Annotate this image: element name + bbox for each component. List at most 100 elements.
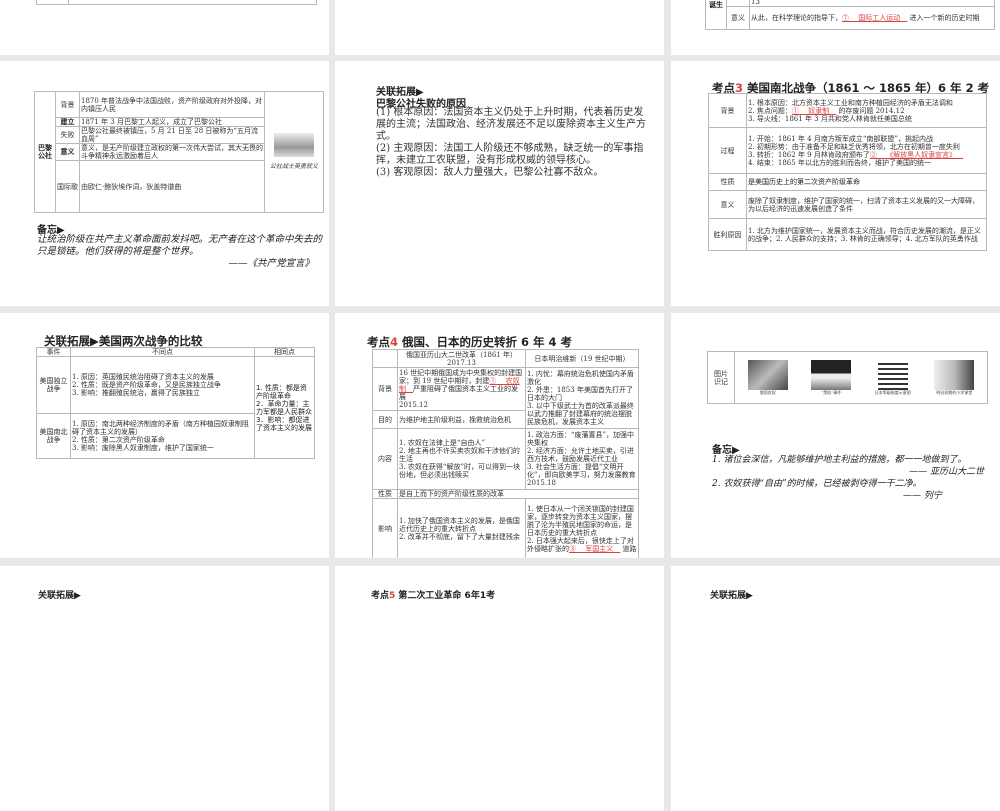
commune-table-fragment: 诞生 13 意义 从此，在科学理论的指导下，⑦ __国际工人运动__ 进入一个新的历… bbox=[705, 0, 995, 30]
cell-text: 1. 北方为维护国家统一，发展资本主义而战，符合历史发展的潮流，是正义的战争；2… bbox=[746, 218, 987, 251]
cell-text: 1. 内忧：幕府统治危机使国内矛盾激化 2. 外患：1853 年美国首先打开了日本… bbox=[525, 367, 639, 429]
image-cell: 公社战士英勇就义 bbox=[264, 91, 324, 213]
row-label: 背景 bbox=[372, 367, 398, 411]
text-line: 1. 加快了俄国资本主义的发展，是俄国近代历史上的重大转折点 bbox=[399, 517, 520, 533]
slide-title: 考点4 俄国、日本的历史转折 6 年 4 考 bbox=[367, 334, 572, 350]
row-label: 内容 bbox=[372, 428, 398, 490]
text-line: 是美国历史上的第二次资产阶级革命 bbox=[748, 178, 860, 186]
row-label: 性质 bbox=[372, 489, 398, 499]
slide-thumbnail[interactable]: 关联拓展▶ bbox=[671, 566, 1000, 811]
picture-caption: 日本等级制度示意图 bbox=[874, 389, 911, 395]
picture-caption: 俄国农奴 bbox=[759, 389, 776, 395]
text-line: 2. 焦点问题：① __奴隶制__ 的存废问题 2014.12 bbox=[748, 107, 985, 115]
table-fragment bbox=[36, 0, 317, 5]
text-line: 1. 原因：英国殖民统治阻碍了资本主义的发展 bbox=[72, 373, 214, 381]
row-label: 背景 bbox=[55, 91, 80, 118]
commune-image bbox=[274, 133, 314, 157]
slide-thumbnail[interactable]: 关联拓展▶ bbox=[0, 566, 329, 811]
row-label: 影响 bbox=[372, 498, 398, 558]
text-line: (1) 根本原因：法国资本主义仍处于上升时期，代表着历史发展的主流；法国政治、经… bbox=[376, 107, 646, 142]
event-name: 美国独立战争 bbox=[36, 356, 71, 414]
text-line: 2. 外患：1853 年美国首先打开了日本的大门 bbox=[527, 386, 633, 402]
slide-paris-commune[interactable]: 巴黎公社 背景 1870 年普法战争中法国战败，资产阶级政府对外投降，对内镇压人民 … bbox=[0, 61, 329, 306]
slide-russia-japan[interactable]: 考点4 俄国、日本的历史转折 6 年 4 考 俄国亚历山大二世改革（1861 年… bbox=[335, 313, 664, 558]
text-line: 3. 影响：废除黑人奴隶制度，维护了国家统一 bbox=[72, 444, 214, 452]
black-ships-image bbox=[811, 359, 852, 390]
slide-war-comparison[interactable]: 关联拓展▶美国两次战争的比较 事件 不同点 相同点 美国独立战争 1. 原因：英国殖民… bbox=[0, 313, 329, 558]
picture-item: 日本等级制度示意图 bbox=[874, 359, 911, 396]
picture-caption: “黑船”事件 bbox=[821, 389, 842, 395]
slide-picture-memo[interactable]: 图片识记 俄国农奴 “黑船”事件 日本等级制度示意图 明治初期的小学课堂 备忘▶… bbox=[671, 313, 1000, 558]
row-label: 意义 bbox=[726, 6, 750, 30]
answer-blank: ⑦ __国际工人运动__ bbox=[842, 14, 908, 22]
cell-text: 从此，在科学理论的指导下，⑦ __国际工人运动__ 进入一个新的历史时期 bbox=[749, 6, 995, 30]
answer-blank: ① __奴隶制__ bbox=[791, 106, 837, 115]
cell-text: 意义，是无产阶级建立政权的第一次伟大尝试，其大无畏的斗争精神永远激励着后人 bbox=[79, 143, 265, 161]
cell-text: 1. 原因：南北两种经济制度的矛盾（南方种植园奴隶制阻碍了资本主义的发展） 2. … bbox=[70, 413, 255, 459]
cell-text: 1. 根本原因：北方资本主义工业和南方种植园经济的矛盾无法调和 2. 焦点问题：①… bbox=[746, 93, 987, 128]
slide-thumbnail[interactable] bbox=[0, 0, 329, 55]
cell-text: 是美国历史上的第二次资产阶级革命 bbox=[746, 173, 987, 191]
text-line: 3. 以中下级武士为首的改革派最终以武力推翻了封建幕府的统治摆脱民族危机，发展资… bbox=[527, 402, 634, 426]
cell-text: 1871 年 3 月巴黎工人起义，成立了巴黎公社 bbox=[79, 117, 265, 127]
text-line: 16 世纪中期俄国成为中央集权的封建国家；到 19 世纪中期时，封建① __农奴… bbox=[399, 369, 524, 401]
cell-text: 1. 原因：英国殖民统治阻碍了资本主义的发展 2. 性质：既是资产阶级革命，又是民… bbox=[70, 356, 255, 414]
column-header: 相同点 bbox=[254, 347, 315, 357]
group-label: 诞生 bbox=[705, 0, 727, 30]
text-line: 1. 性质：都是资产阶级革命 bbox=[256, 383, 307, 400]
row-label: 意义 bbox=[55, 143, 80, 161]
text-line: 3. 转折：1862 年 9 月林肯政府颁布了② __《解放黑人奴隶宣言》__ bbox=[748, 151, 985, 159]
memo-source: ——《共产党宣言》 bbox=[228, 258, 314, 269]
text-line: 1. 根本原因：北方资本主义工业和南方种植园经济的矛盾无法调和 bbox=[748, 98, 953, 107]
text-line: 2. 地主再也不许买卖农奴和干涉他们的生活 bbox=[399, 447, 520, 463]
row-label: 性质 bbox=[708, 173, 747, 191]
memo-source: —— 亚历山大二世 bbox=[909, 467, 984, 477]
cell-text: 是自上而下的资产阶级性质的改革 bbox=[397, 489, 639, 499]
cell-text: 废除了奴隶制度，维护了国家的统一，扫清了资本主义发展的又一大障碍，为以后经济的迅… bbox=[746, 190, 987, 219]
memo-source: —— 列宁 bbox=[903, 491, 942, 501]
text-line: 废除了奴隶制度，维护了国家的统一，扫清了资本主义发展的又一大障碍，为以后经济的迅… bbox=[748, 196, 979, 213]
slide-thumbnail[interactable] bbox=[335, 0, 664, 55]
cell-text: 1. 开始：1861 年 4 月南方叛军成立“南部联盟”，挑起内战 2. 初期形势… bbox=[746, 127, 987, 174]
text-line: 2. 初期形势：由于准备不足和缺乏优秀将领，北方在初期曾一度失利 bbox=[748, 142, 960, 151]
slide-commune-failure[interactable]: 关联拓展▶ 巴黎公社失败的原因 (1) 根本原因：法国资本主义仍处于上升时期，代… bbox=[335, 61, 664, 306]
slide-thumbnail[interactable]: 考点5 第二次工业革命 6年1考 bbox=[335, 566, 664, 811]
row-label: 建立 bbox=[55, 117, 80, 127]
section-heading: 关联拓展▶ bbox=[710, 591, 753, 601]
text-line: 1. 使日本从一个闭关锁国的封建国家，逐步转变为资本主义国家，摆脱了沦为半殖民地… bbox=[527, 505, 634, 537]
classroom-image bbox=[934, 359, 975, 390]
section-heading: 关联拓展▶ bbox=[38, 591, 81, 601]
cell-text: 1. 加快了俄国资本主义的发展，是俄国近代历史上的重大转折点 2. 改革并不彻底，… bbox=[397, 498, 526, 558]
slide-thumbnail[interactable]: 诞生 13 意义 从此，在科学理论的指导下，⑦ __国际工人运动__ 进入一个新的历… bbox=[671, 0, 1000, 55]
reason-list: (1) 根本原因：法国资本主义仍处于上升时期，代表着历史发展的主流；法国政治、经… bbox=[376, 107, 648, 179]
pictures-table: 图片识记 俄国农奴 “黑船”事件 日本等级制度示意图 明治初期的小学课堂 bbox=[707, 351, 988, 404]
text-line: 3. 导火线：1861 年 3 月共和党人林肯就任美国总统 bbox=[748, 114, 912, 123]
text-line: (2) 主观原因：法国工人阶级还不够成熟，缺乏统一的军事指挥，未建立工农联盟，没… bbox=[376, 143, 644, 166]
picture-caption: 明治初期的小学课堂 bbox=[936, 389, 973, 395]
text-line: 2. 经济方面：允许土地买卖，引进西方技术，鼓励发展近代工业 bbox=[527, 447, 634, 463]
similarities: 1. 性质：都是资产阶级革命 2．革命力量：主力军都是人民群众 3．影响：都促进了资… bbox=[254, 356, 315, 459]
slide-us-civil-war[interactable]: 考点3 美国南北战争（1861 ～ 1865 年）6 年 2 考 背景 1. 根本… bbox=[671, 61, 1000, 306]
picture-item: “黑船”事件 bbox=[811, 359, 852, 396]
title-prefix: 考点 bbox=[367, 335, 390, 349]
text-line: 1. 内忧：幕府统治危机使国内矛盾激化 bbox=[527, 370, 634, 386]
paris-commune-table: 巴黎公社 背景 1870 年普法战争中法国战败，资产阶级政府对外投降，对内镇压人民 … bbox=[34, 91, 324, 213]
cell-text: 1. 政治方面：“废藩置县”，加强中央集权 2. 经济方面：允许土地买卖，引进西方… bbox=[525, 428, 639, 490]
cell-text: 1870 年普法战争中法国战败，资产阶级政府对外投降，对内镇压人民 bbox=[79, 91, 265, 118]
title-text: 俄国、日本的历史转折 6 年 4 考 bbox=[402, 335, 573, 349]
row-label: 意义 bbox=[708, 190, 747, 219]
text-segment: 严重阻碍了俄国资本主义工业的发展 bbox=[399, 385, 518, 401]
text-line: 3. 影响：推翻殖民统治，赢得了民族独立 bbox=[72, 389, 200, 397]
text-line: (3) 客观原因：敌人力量强大，巴黎公社寡不敌众。 bbox=[376, 167, 604, 178]
column-header: 日本明治维新（19 世纪中期） bbox=[525, 349, 639, 368]
text-segment: 的存废问题 2014.12 bbox=[836, 106, 905, 115]
memo-line: 1. 诸位会深信，凡能够维护地主利益的措施，都一一地做到了。 bbox=[712, 455, 967, 465]
text-line: 3. 社会生活方面：提倡“文明开化”，即向欧美学习，努力发展教育 2015.18 bbox=[527, 463, 636, 487]
answer-blank: ③ __军国主义__ bbox=[569, 545, 621, 553]
text-line: 1. 政治方面：“废藩置县”，加强中央集权 bbox=[527, 431, 635, 447]
commune-name: 巴黎公社 bbox=[34, 91, 56, 213]
cell-text: 1. 农奴在法律上是“自由人” 2. 地主再也不许买卖农奴和干涉他们的生活 3. 农… bbox=[397, 428, 526, 490]
row-label: 背景 bbox=[708, 93, 747, 128]
row-label: 失败 bbox=[55, 126, 80, 144]
image-caption: 公社战士英勇就义 bbox=[269, 163, 318, 170]
